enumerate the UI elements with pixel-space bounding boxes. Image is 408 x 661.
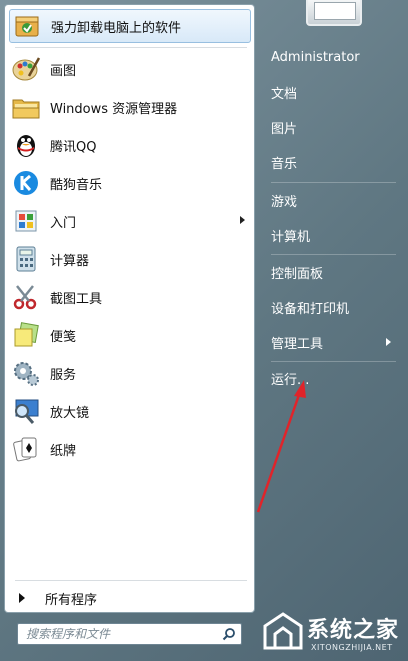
search-input[interactable]	[17, 623, 242, 645]
link-label: 计算机	[271, 229, 311, 245]
user-picture-image	[314, 2, 356, 20]
link-computer[interactable]: 计算机	[263, 220, 403, 250]
pinned-program-uninstall[interactable]: 强力卸载电脑上的软件	[9, 9, 251, 43]
search-icon[interactable]	[222, 627, 236, 641]
program-paint[interactable]: 画图	[9, 52, 251, 86]
program-kugou-music[interactable]: 酷狗音乐	[9, 166, 251, 200]
program-label: 画图	[50, 63, 77, 79]
programs-pane: 强力卸载电脑上的软件 画图 Windows 资源管理器 腾讯QQ 酷狗音乐 入门…	[4, 4, 255, 613]
program-label: 计算器	[50, 253, 90, 269]
link-games[interactable]: 游戏	[263, 185, 403, 215]
right-separator	[271, 361, 396, 362]
link-label: 控制面板	[271, 266, 324, 282]
program-snipping-tool[interactable]: 截图工具	[9, 280, 251, 314]
link-label: 音乐	[271, 156, 298, 172]
link-music[interactable]: 音乐	[263, 147, 403, 177]
program-calculator[interactable]: 计算器	[9, 242, 251, 276]
program-label: Windows 资源管理器	[50, 101, 178, 117]
sticky-notes-icon	[11, 320, 41, 350]
magnifier-icon	[11, 396, 41, 426]
link-label: 文档	[271, 86, 298, 102]
link-label: Administrator	[271, 49, 360, 65]
pinned-separator	[15, 47, 247, 48]
getting-started-icon	[11, 206, 41, 236]
solitaire-cards-icon	[11, 434, 41, 464]
program-magnifier[interactable]: 放大镜	[9, 394, 251, 428]
program-services[interactable]: 服务	[9, 356, 251, 390]
program-label: 便笺	[50, 329, 77, 345]
program-label: 截图工具	[50, 291, 103, 307]
program-windows-explorer[interactable]: Windows 资源管理器	[9, 90, 251, 124]
program-label: 酷狗音乐	[50, 177, 103, 193]
watermark-logo-icon	[263, 612, 303, 650]
site-watermark: 系统之家 XITONGZHIJIA.NET	[255, 608, 405, 656]
expand-arrow-icon	[19, 593, 25, 603]
all-programs-button[interactable]: 所有程序	[9, 585, 251, 611]
uninstall-box-icon	[12, 11, 42, 41]
right-separator	[271, 182, 396, 183]
right-separator	[271, 254, 396, 255]
program-label: 入门	[50, 215, 77, 231]
all-programs-label: 所有程序	[45, 592, 98, 608]
folder-explorer-icon	[11, 92, 41, 122]
link-label: 管理工具	[271, 336, 324, 352]
program-label: 纸牌	[50, 443, 77, 459]
submenu-arrow-icon	[386, 338, 391, 346]
program-solitaire[interactable]: 纸牌	[9, 432, 251, 466]
pinned-program-label: 强力卸载电脑上的软件	[51, 20, 182, 36]
gears-icon	[11, 358, 41, 388]
calculator-icon	[11, 244, 41, 274]
link-label: 图片	[271, 121, 298, 137]
program-label: 服务	[50, 367, 77, 383]
program-tencent-qq[interactable]: 腾讯QQ	[9, 128, 251, 162]
scissors-icon	[11, 282, 41, 312]
link-run[interactable]: 运行...	[263, 363, 403, 393]
program-sticky-notes[interactable]: 便笺	[9, 318, 251, 352]
submenu-arrow-icon	[240, 216, 245, 224]
start-menu: 强力卸载电脑上的软件 画图 Windows 资源管理器 腾讯QQ 酷狗音乐 入门…	[0, 0, 408, 661]
kugou-k-icon	[11, 168, 41, 198]
link-pictures[interactable]: 图片	[263, 112, 403, 142]
link-control-panel[interactable]: 控制面板	[263, 257, 403, 287]
link-label: 设备和打印机	[271, 301, 350, 317]
paint-palette-icon	[11, 54, 41, 84]
link-devices-printers[interactable]: 设备和打印机	[263, 292, 403, 322]
program-getting-started[interactable]: 入门	[9, 204, 251, 238]
qq-penguin-icon	[11, 130, 41, 160]
program-label: 腾讯QQ	[50, 139, 97, 155]
link-label: 游戏	[271, 194, 298, 210]
user-picture[interactable]	[306, 0, 362, 26]
watermark-url: XITONGZHIJIA.NET	[311, 643, 393, 652]
link-admin-tools[interactable]: 管理工具	[263, 327, 403, 357]
all-programs-separator	[15, 580, 247, 581]
link-label: 运行...	[271, 372, 310, 388]
link-administrator[interactable]: Administrator	[263, 42, 403, 72]
link-documents[interactable]: 文档	[263, 77, 403, 107]
program-label: 放大镜	[50, 405, 90, 421]
watermark-name: 系统之家	[307, 618, 400, 643]
